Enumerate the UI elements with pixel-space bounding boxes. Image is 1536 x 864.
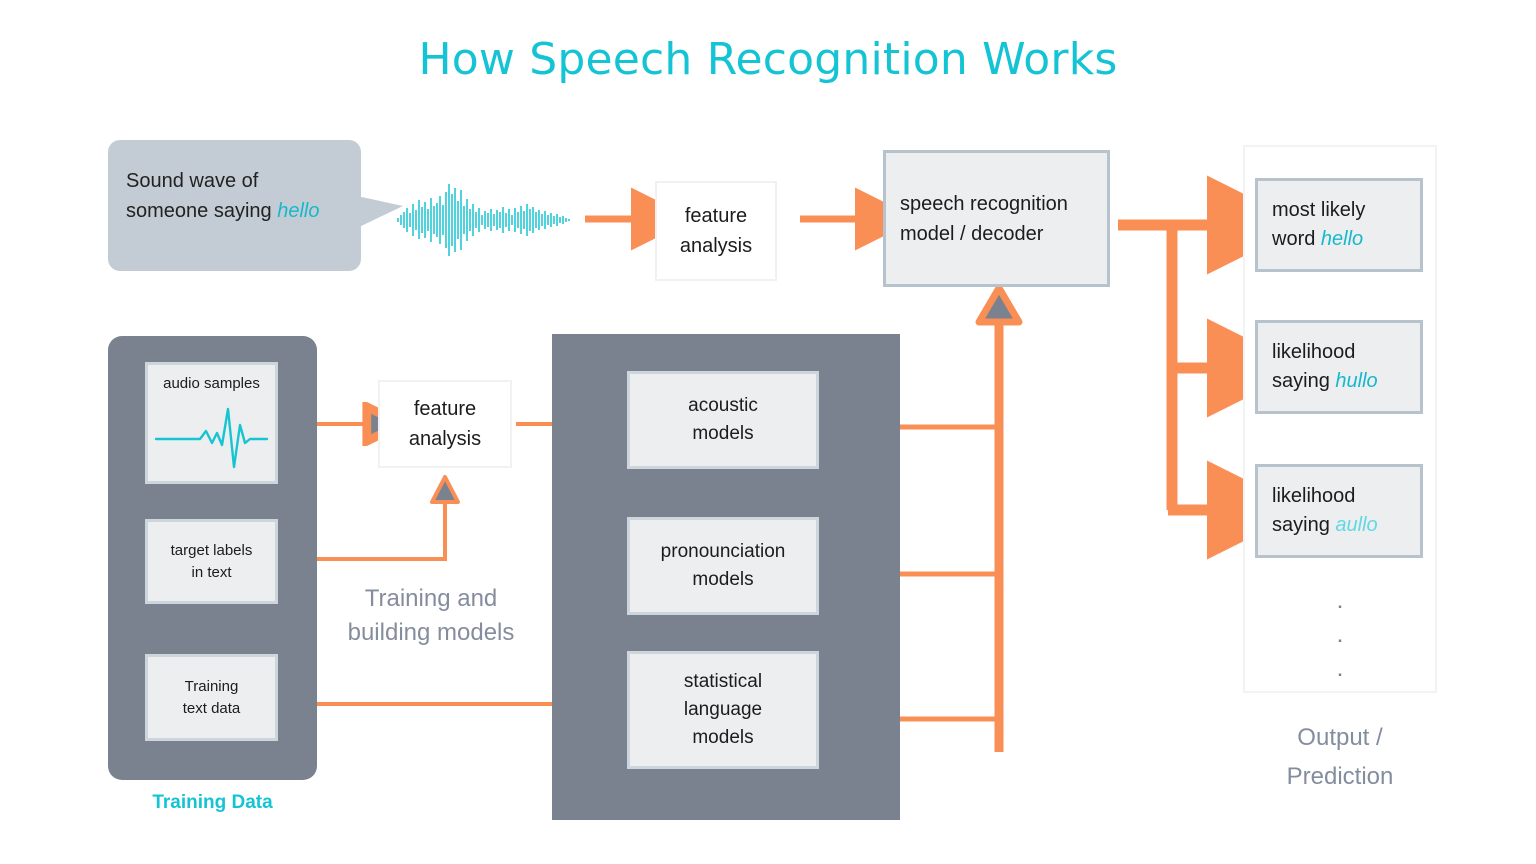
page-title: How Speech Recognition Works: [418, 34, 1118, 85]
audio-samples-label: audio samples: [163, 375, 260, 392]
output-3-line-1: likelihood: [1272, 485, 1356, 507]
training-feature-analysis-box: feature analysis: [378, 380, 512, 468]
statistical-models-line-1: statistical: [683, 671, 763, 692]
statistical-models-line-3: models: [692, 727, 754, 748]
decoder-line-1: speech recognition: [900, 192, 1068, 215]
output-item-likelihood-aullo: likelihood saying aullo: [1255, 464, 1423, 558]
training-text-line-2: text data: [182, 699, 241, 717]
target-labels-box: target labels in text: [145, 519, 278, 604]
feature-analysis-box: feature analysis: [655, 181, 777, 281]
training-data-label: Training Data: [152, 792, 273, 813]
training-stage-label: Training and building models: [320, 582, 542, 650]
training-stage-line-2: building models: [347, 619, 515, 646]
decoder-line-2: model / decoder: [900, 222, 1044, 245]
feature-analysis-line-2: analysis: [679, 235, 753, 257]
training-feature-line-2: analysis: [408, 428, 482, 450]
training-stage-line-1: Training and: [364, 585, 498, 612]
arrow-labels-to-feature: [294, 475, 460, 561]
output-item-likelihood-hullo: likelihood saying hullo: [1255, 320, 1423, 414]
training-text-data-box: Training text data: [145, 654, 278, 741]
output-2-word: hullo: [1335, 370, 1378, 392]
output-2-line-2-prefix: saying: [1272, 370, 1336, 392]
speech-recognition-decoder-box: speech recognition model / decoder: [883, 150, 1110, 287]
output-3-word: aullo: [1335, 514, 1378, 536]
bubble-line-2-prefix: someone saying: [126, 200, 278, 222]
pronounciation-models-line-1: pronounciation: [660, 541, 786, 562]
output-item-most-likely: most likely word hello: [1255, 178, 1423, 272]
target-labels-line-1: target labels: [170, 541, 253, 559]
pronounciation-models-line-2: models: [692, 569, 754, 590]
input-speech-bubble: Sound wave of someone saying hello: [108, 140, 361, 271]
bubble-line-1: Sound wave of: [126, 170, 259, 192]
feature-analysis-line-1: feature: [684, 205, 748, 227]
training-text-line-1: Training: [184, 677, 239, 695]
bubble-spoken-word: hello: [277, 200, 320, 222]
waveform-icon: [154, 407, 269, 469]
output-1-word: hello: [1320, 228, 1364, 250]
training-feature-line-1: feature: [413, 398, 477, 420]
output-caption-line-1: Output /: [1297, 724, 1383, 751]
output-1-line-1: most likely: [1272, 199, 1366, 221]
pronounciation-models-box: pronounciation models: [627, 517, 819, 615]
output-caption-line-2: Prediction: [1286, 763, 1394, 790]
output-3-line-2-prefix: saying: [1272, 514, 1336, 536]
arrow-decoder-to-outputs: [1118, 175, 1306, 560]
acoustic-models-line-2: models: [692, 423, 754, 444]
output-1-line-2-prefix: word: [1272, 228, 1321, 250]
output-2-line-1: likelihood: [1272, 341, 1356, 363]
diagram-canvas: How Speech Recognition Works Sound wave …: [0, 0, 1536, 864]
output-ellipsis: ...: [1337, 593, 1343, 680]
sound-waveform-icon: [397, 184, 570, 256]
statistical-language-models-box: statistical language models: [627, 651, 819, 769]
target-labels-line-2: in text: [191, 563, 232, 581]
output-prediction-caption: Output / Prediction: [1243, 718, 1437, 796]
statistical-models-line-2: language: [683, 699, 763, 720]
acoustic-models-box: acoustic models: [627, 371, 819, 469]
acoustic-models-line-1: acoustic: [688, 395, 758, 416]
